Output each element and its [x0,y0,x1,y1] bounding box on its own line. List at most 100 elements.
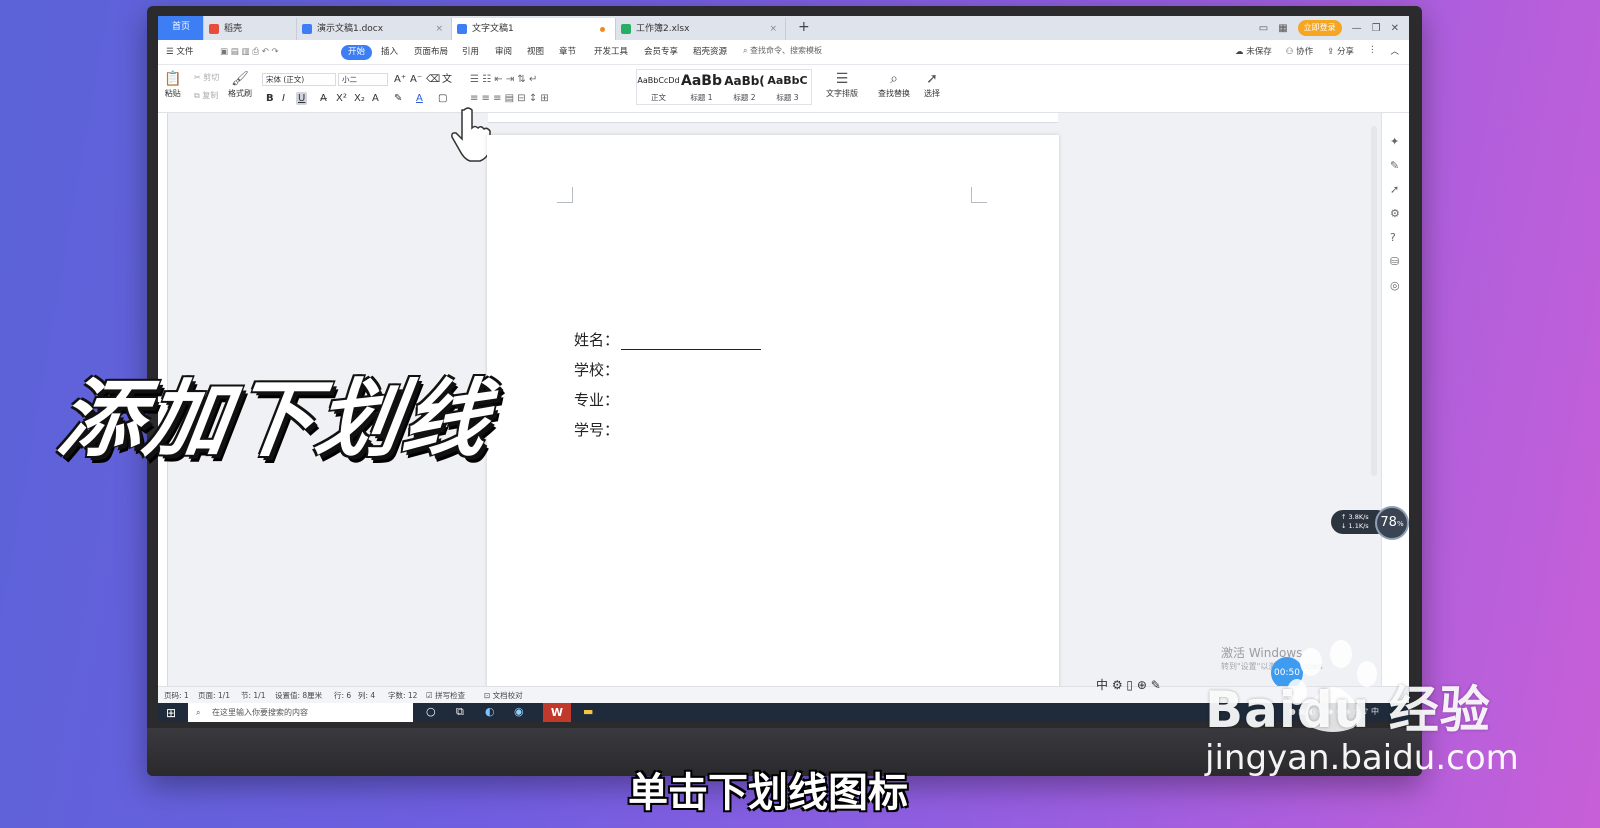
close-icon[interactable]: × [769,18,777,40]
watermark-url: jingyan.baidu.com [1205,738,1519,778]
menu-references[interactable]: 引用 [462,45,479,60]
style-panel-icon[interactable]: ✦ [1390,135,1399,148]
menu-docer-resources[interactable]: 稻壳资源 [693,45,727,60]
menu-view[interactable]: 视图 [527,45,544,60]
text-layout-button[interactable]: ☰ 文字排版 [826,70,858,99]
close-icon[interactable]: × [435,18,443,40]
char-border-icon[interactable]: ▢ [438,92,447,105]
layout-icon[interactable]: ▭ [1259,23,1268,34]
help-icon[interactable]: ? [1390,231,1396,244]
location-icon[interactable]: ◎ [1390,279,1400,292]
file-explorer-icon[interactable]: ▬ [583,705,593,718]
minimize-icon[interactable]: — [1352,23,1362,34]
style-normal[interactable]: AaBbCcDd 正文 [637,70,680,106]
new-tab-icon[interactable]: + [798,19,810,35]
vertical-scrollbar[interactable] [1371,126,1377,476]
tab-docer[interactable]: 稻壳 [204,18,297,40]
font-grow-icon[interactable]: A⁺ [394,73,406,86]
net-percent: 78 [1380,515,1397,530]
menu-file[interactable]: ☰ 文件 [166,45,193,60]
document-page[interactable]: 姓名： 学校： 专业： 学号： [487,135,1059,695]
paragraph-tools-icon[interactable]: ☰ ☷ ⇤ ⇥ ⇅ ↵ [470,73,537,86]
menu-home[interactable]: 开始 [341,45,373,60]
text-effect-icon[interactable]: A [372,92,379,105]
more-icon[interactable]: ⋮ [1368,45,1377,57]
tab-workbook[interactable]: 工作簿2.xlsx × [616,18,786,40]
style-heading-3[interactable]: AaBbC 标题 3 [766,70,809,106]
horizontal-ruler[interactable] [488,113,1058,123]
paste-button[interactable]: 📋 粘贴 [164,70,181,99]
doc-line-major[interactable]: 专业： [574,389,619,410]
underline-icon[interactable]: U [296,92,308,105]
status-pages: 页面: 1/1 [198,691,230,700]
strikethrough-icon[interactable]: A̶ [320,92,327,105]
subscript-icon[interactable]: X₂ [354,92,365,105]
unsaved-label: 未保存 [1246,47,1272,57]
menu-developer[interactable]: 开发工具 [594,45,628,60]
baidu-watermark: Baidu 经验 [1205,670,1491,742]
highlight-icon[interactable]: ✎ [394,92,402,105]
bold-icon[interactable]: B [266,92,274,105]
cortana-icon[interactable]: ○ [426,705,436,718]
spell-check-button[interactable]: ☑ 拼写检查 [426,690,465,701]
format-painter-button[interactable]: 🖌 格式刷 [228,70,252,99]
unsaved-button[interactable]: ☁ 未保存 [1235,45,1272,57]
tab-home[interactable]: 首页 [158,16,204,40]
doc-line-student-id[interactable]: 学号： [574,419,619,440]
wps-taskbar-icon[interactable]: W [543,703,571,722]
backup-icon[interactable]: ⛁ [1390,255,1399,268]
menu-member[interactable]: 会员专享 [644,45,678,60]
close-window-icon[interactable]: ✕ [1391,23,1399,34]
superscript-icon[interactable]: X² [336,92,347,105]
font-name-select[interactable]: 宋体 (正文) [262,73,336,86]
proofread-button[interactable]: ⊡ 文档校对 [484,690,523,701]
collab-button[interactable]: ⚇ 协作 [1286,45,1313,57]
command-search[interactable]: ⌕ 查找命令、搜索模板 [743,45,822,56]
task-view-icon[interactable]: ⧉ [456,705,464,719]
taskbar-search[interactable]: ⌕ 在这里输入你要搜索的内容 [188,703,413,722]
menu-insert[interactable]: 插入 [381,45,398,60]
word-doc-icon [457,24,467,34]
style-heading-1[interactable]: AaBb 标题 1 [680,70,723,106]
login-button[interactable]: 立即登录 [1297,20,1342,36]
status-setting: 设置值: 8厘米 [275,691,323,700]
watermark-logo: Baidu 经验 [1205,681,1491,739]
doc-line-school[interactable]: 学校： [574,359,619,380]
copy-button[interactable]: ⧉ 复制 [194,90,218,101]
edit-icon[interactable]: ✎ [1390,159,1399,172]
select-pointer-icon[interactable]: ➚ [1390,183,1399,196]
windows-start-icon[interactable]: ⊞ [166,706,176,720]
tab-document-active[interactable]: 文字文稿1 [452,18,616,40]
style-name: 标题 1 [690,93,713,102]
restore-icon[interactable]: ❐ [1372,23,1381,34]
menu-chapter[interactable]: 章节 [559,45,576,60]
network-speed-widget[interactable]: ↑ 3.8K/s ↓ 1.1K/s 78% [1331,506,1409,540]
tab-label: 首页 [172,22,191,32]
tab-presentation[interactable]: 演示文稿1.docx × [297,18,452,40]
find-replace-button[interactable]: ⌕ 查找替换 [878,70,910,99]
edge-icon[interactable]: ◐ [485,705,495,718]
font-color-icon[interactable]: A [416,92,423,105]
browser-icon[interactable]: ◉ [514,705,524,718]
grid-icon[interactable]: ▦ [1278,23,1287,34]
clear-format-icon[interactable]: ⌫ [426,73,440,86]
style-heading-2[interactable]: AaBb( 标题 2 [723,70,766,106]
select-button[interactable]: ➚ 选择 [924,70,940,99]
share-button[interactable]: ⇪ 分享 [1327,45,1354,57]
font-size-select[interactable]: 小二 [338,73,388,86]
phonetic-icon[interactable]: 文 [442,73,452,86]
doc-line-name[interactable]: 姓名： [574,329,762,350]
menu-page-layout[interactable]: 页面布局 [414,45,448,60]
style-name: 标题 2 [733,93,756,102]
tab-label: 稻壳 [224,24,243,34]
proofread-label: 文档校对 [492,691,523,700]
alignment-icons[interactable]: ≡ ≡ ≡ ▤ ⊟ ↕ ⊞ [470,92,549,105]
collapse-ribbon-icon[interactable]: ︿ [1390,45,1399,57]
adjust-icon[interactable]: ⚙ [1390,207,1400,220]
quick-access-icons[interactable]: ▣ ▤ ▥ ⎙ ↶ ↷ [220,45,279,60]
italic-icon[interactable]: I [282,92,285,105]
cut-button[interactable]: ✂ 剪切 [194,72,219,83]
ime-indicator[interactable]: 中 ⚙ ▯ ⊕ ✎ [1096,676,1161,693]
menu-review[interactable]: 审阅 [495,45,512,60]
font-shrink-icon[interactable]: A⁻ [410,73,422,86]
